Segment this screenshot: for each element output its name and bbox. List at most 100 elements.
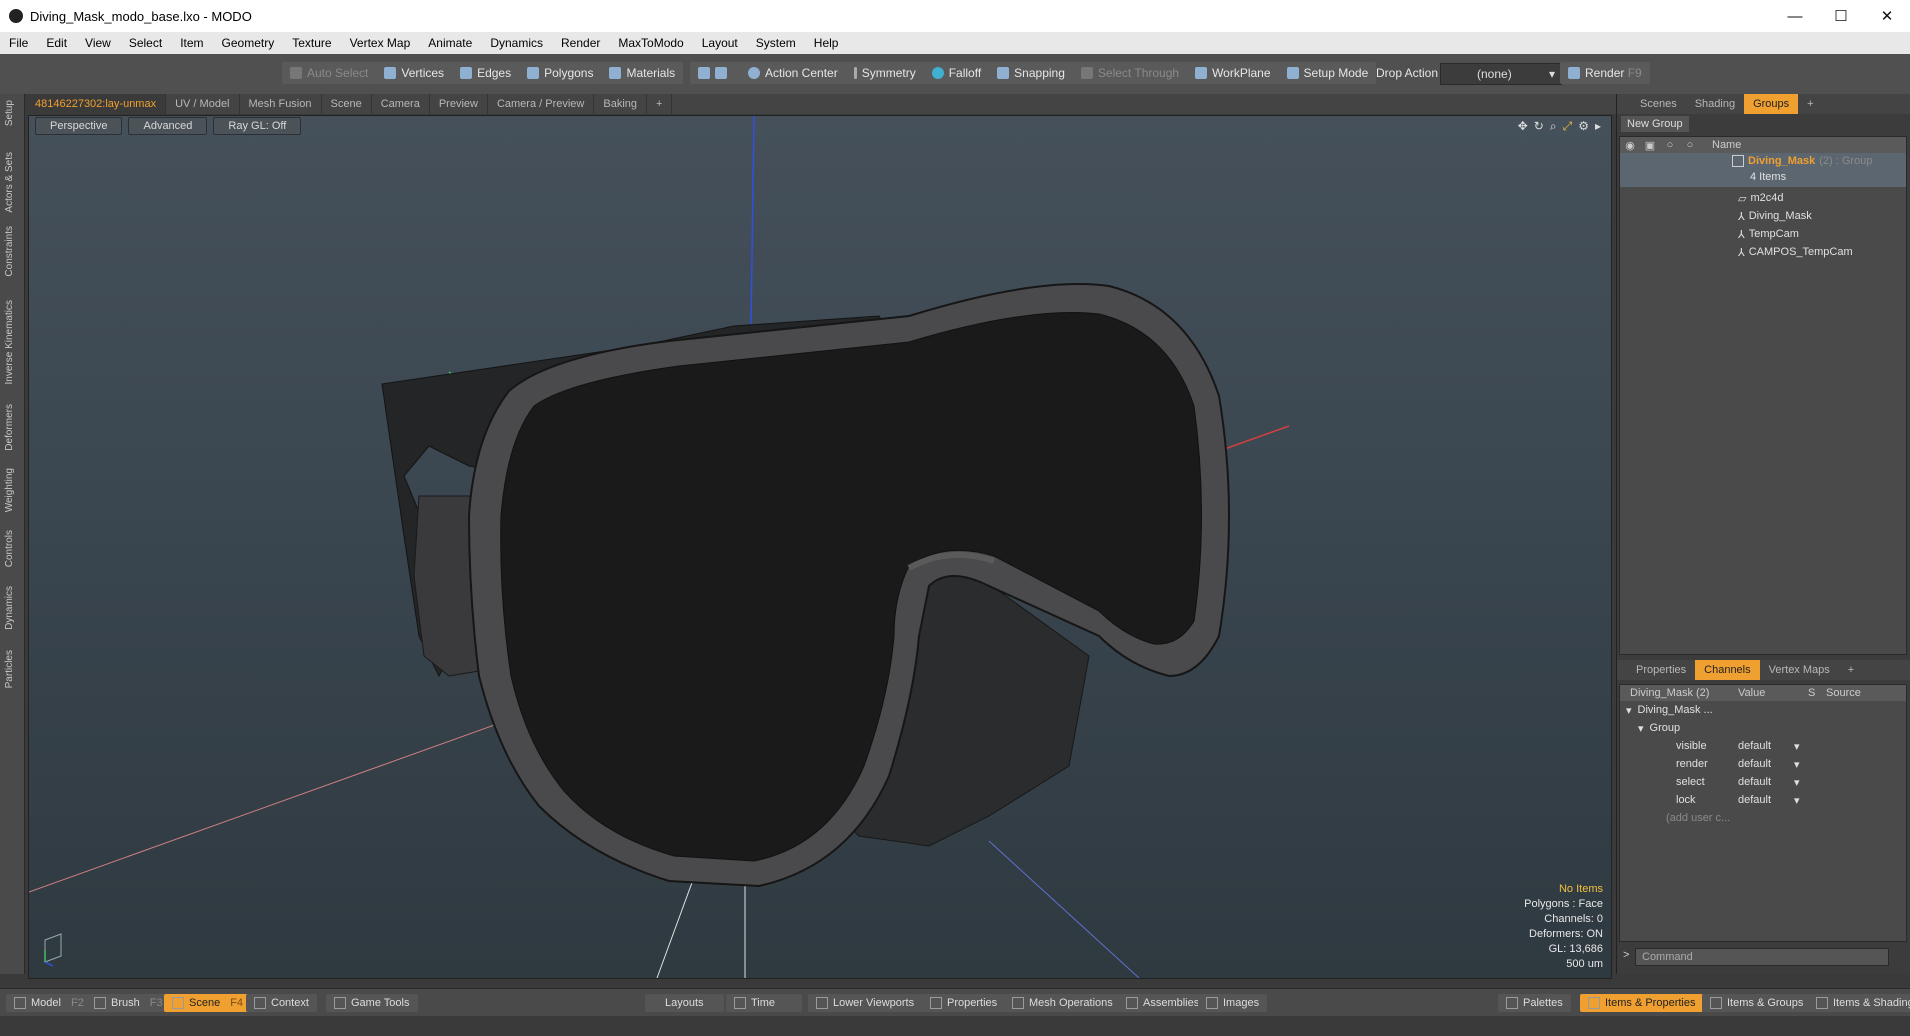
- symmetry-button[interactable]: Symmetry: [846, 62, 924, 84]
- channel-value[interactable]: default: [1738, 740, 1794, 752]
- channel-row-select[interactable]: select default ▾: [1620, 773, 1906, 791]
- model-layout-button[interactable]: Model F2: [6, 994, 92, 1012]
- tab-camera-preview[interactable]: Camera / Preview: [488, 94, 595, 114]
- auto-select-button[interactable]: Auto Select: [282, 62, 376, 84]
- tab-layout-unmax[interactable]: 48146227302:lay-unmax: [26, 94, 167, 114]
- side-tab-controls[interactable]: Controls: [4, 530, 15, 567]
- shading-mode-button[interactable]: Advanced: [128, 117, 208, 135]
- snapping-button[interactable]: Snapping: [989, 62, 1073, 84]
- time-button[interactable]: Time: [726, 994, 802, 1012]
- menu-animate[interactable]: Animate: [419, 36, 481, 50]
- tab-mesh-fusion[interactable]: Mesh Fusion: [240, 94, 322, 114]
- mesh-operations-button[interactable]: Mesh Operations: [1004, 994, 1121, 1012]
- channel-root-row[interactable]: ▾ Diving_Mask ...: [1620, 701, 1906, 719]
- group-item-diving-mask[interactable]: ⅄ Diving_Mask: [1738, 207, 1812, 225]
- new-group-button[interactable]: New Group: [1621, 116, 1689, 132]
- select-through-button[interactable]: Select Through: [1073, 62, 1187, 84]
- side-tab-actors-sets[interactable]: Actors & Sets: [4, 152, 15, 213]
- pan-icon[interactable]: ✥: [1518, 119, 1528, 134]
- context-button[interactable]: Context: [246, 994, 317, 1012]
- view-perspective-button[interactable]: Perspective: [35, 117, 123, 135]
- zoom-icon[interactable]: ⌕: [1550, 119, 1557, 134]
- menu-item[interactable]: Item: [171, 36, 212, 50]
- raygl-toggle[interactable]: Ray GL: Off: [213, 117, 302, 135]
- menu-maxtomodo[interactable]: MaxToModo: [609, 36, 692, 50]
- scene-layout-button[interactable]: Scene F4: [164, 994, 252, 1012]
- tab-scene[interactable]: Scene: [322, 94, 372, 114]
- tab-properties[interactable]: Properties: [1627, 660, 1695, 680]
- assemblies-button[interactable]: Assemblies: [1118, 994, 1208, 1012]
- side-tab-dynamics[interactable]: Dynamics: [4, 586, 15, 630]
- tab-scenes[interactable]: Scenes: [1631, 94, 1686, 114]
- properties-button[interactable]: Properties: [922, 994, 1006, 1012]
- chevron-down-icon[interactable]: ▾: [1794, 758, 1800, 771]
- menu-render[interactable]: Render: [552, 36, 609, 50]
- tab-baking[interactable]: Baking: [594, 94, 648, 114]
- chevron-down-icon[interactable]: ▾: [1794, 740, 1800, 753]
- tab-vertex-maps[interactable]: Vertex Maps: [1760, 660, 1839, 680]
- side-tab-constraints[interactable]: Constraints: [4, 226, 15, 277]
- group-item-campos-tempcam[interactable]: ⅄ CAMPOS_TempCam: [1738, 243, 1853, 261]
- edges-button[interactable]: Edges: [452, 62, 519, 84]
- polygons-button[interactable]: Polygons: [519, 62, 601, 84]
- tab-channels[interactable]: Channels: [1695, 660, 1760, 680]
- items-groups-button[interactable]: Items & Groups: [1702, 994, 1812, 1012]
- add-scene-tab-button[interactable]: +: [1798, 94, 1822, 114]
- game-tools-button[interactable]: Game Tools: [326, 994, 418, 1012]
- menu-geometry[interactable]: Geometry: [213, 36, 284, 50]
- command-input[interactable]: Command: [1635, 948, 1889, 966]
- menu-vertex-map[interactable]: Vertex Map: [341, 36, 420, 50]
- channel-value[interactable]: default: [1738, 776, 1794, 788]
- tab-uv-model[interactable]: UV / Model: [166, 94, 240, 114]
- menu-texture[interactable]: Texture: [283, 36, 340, 50]
- menu-layout[interactable]: Layout: [693, 36, 747, 50]
- setup-mode-button[interactable]: Setup Mode: [1279, 62, 1377, 84]
- tab-preview[interactable]: Preview: [430, 94, 488, 114]
- side-tab-weighting[interactable]: Weighting: [4, 468, 15, 512]
- channel-row-lock[interactable]: lock default ▾: [1620, 791, 1906, 809]
- menu-edit[interactable]: Edit: [37, 36, 76, 50]
- layouts-button[interactable]: Layouts: [645, 994, 724, 1012]
- workplane-button[interactable]: WorkPlane: [1187, 62, 1278, 84]
- add-props-tab-button[interactable]: +: [1839, 660, 1863, 680]
- channel-value[interactable]: default: [1738, 758, 1794, 770]
- action-center-button[interactable]: Action Center: [740, 62, 846, 84]
- items-shading-button[interactable]: Items & Shading: [1808, 994, 1910, 1012]
- channel-row-visible[interactable]: visible default ▾: [1620, 737, 1906, 755]
- add-tab-button[interactable]: +: [647, 94, 673, 114]
- chevron-down-icon[interactable]: ▾: [1794, 776, 1800, 789]
- side-tab-deformers[interactable]: Deformers: [4, 404, 15, 451]
- drop-action-select[interactable]: (none) ▾: [1440, 63, 1562, 85]
- add-user-channel-row[interactable]: (add user c...: [1620, 809, 1906, 827]
- menu-view[interactable]: View: [76, 36, 120, 50]
- maximize-button[interactable]: ☐: [1818, 0, 1864, 32]
- brush-layout-button[interactable]: Brush F3: [86, 994, 171, 1012]
- rotate-icon[interactable]: ↻: [1534, 119, 1544, 134]
- vertices-button[interactable]: Vertices: [376, 62, 452, 84]
- materials-button[interactable]: Materials: [601, 62, 683, 84]
- fit-icon[interactable]: ⤢: [1563, 119, 1573, 134]
- minimize-button[interactable]: —: [1772, 0, 1818, 32]
- chevron-down-icon[interactable]: ▾: [1794, 794, 1800, 807]
- transform-button[interactable]: [690, 62, 740, 84]
- group-row-diving-mask[interactable]: Diving_Mask (2) : Group 4 Items: [1620, 153, 1906, 187]
- expand-arrow-icon[interactable]: ▸: [1595, 119, 1601, 134]
- side-tab-inverse-kinematics[interactable]: Inverse Kinematics: [4, 300, 15, 384]
- menu-select[interactable]: Select: [120, 36, 171, 50]
- channel-group-row[interactable]: ▾ Group: [1620, 719, 1906, 737]
- images-button[interactable]: Images: [1198, 994, 1268, 1012]
- tab-shading[interactable]: Shading: [1686, 94, 1744, 114]
- menu-help[interactable]: Help: [805, 36, 848, 50]
- menu-dynamics[interactable]: Dynamics: [481, 36, 552, 50]
- palettes-button[interactable]: Palettes: [1498, 994, 1571, 1012]
- group-item-m2c4d[interactable]: ▱ m2c4d: [1738, 189, 1784, 207]
- group-item-tempcam[interactable]: ⅄ TempCam: [1738, 225, 1799, 243]
- close-button[interactable]: ✕: [1864, 0, 1910, 32]
- menu-file[interactable]: File: [0, 36, 37, 50]
- menu-system[interactable]: System: [747, 36, 805, 50]
- tab-camera[interactable]: Camera: [372, 94, 430, 114]
- settings-gear-icon[interactable]: ⚙: [1578, 119, 1589, 134]
- falloff-button[interactable]: Falloff: [924, 62, 989, 84]
- lower-viewports-button[interactable]: Lower Viewports: [808, 994, 923, 1012]
- side-tab-particles[interactable]: Particles: [4, 650, 15, 688]
